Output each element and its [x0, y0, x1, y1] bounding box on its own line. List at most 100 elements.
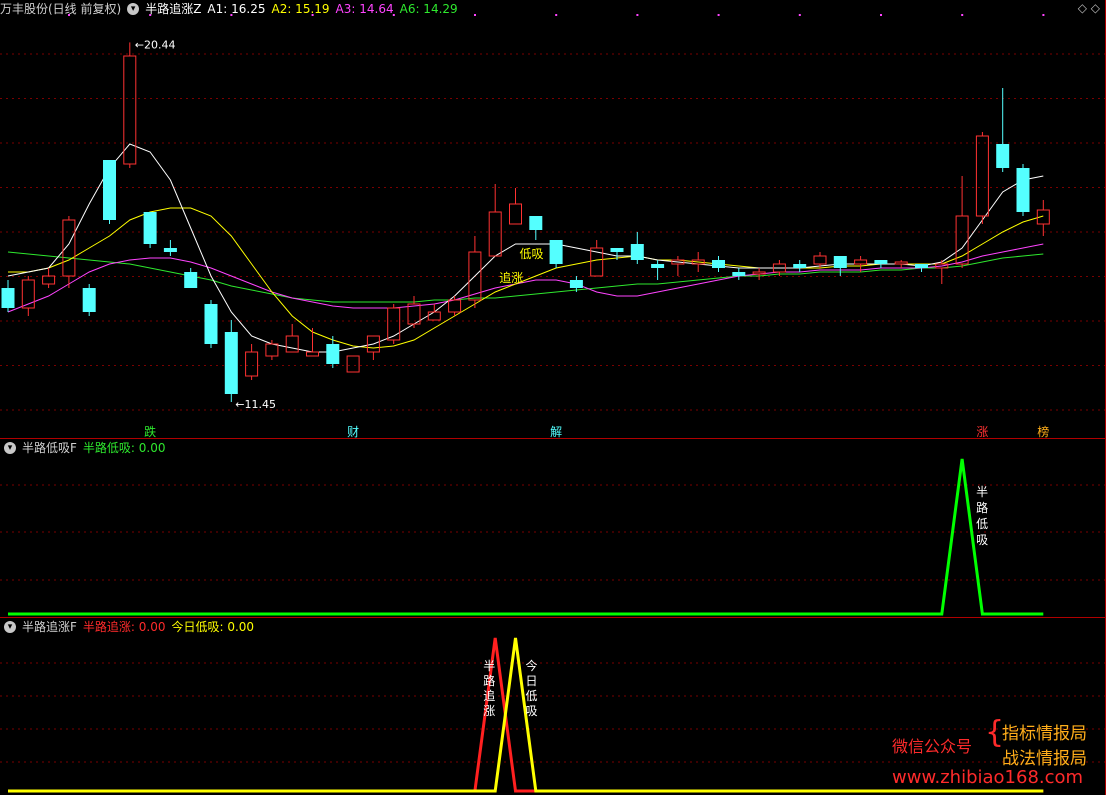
- candle-body: [813, 255, 827, 265]
- signal-label: 路: [483, 673, 495, 688]
- candle-body: [529, 216, 543, 230]
- candle-body: [854, 259, 868, 265]
- candle: [407, 296, 421, 328]
- marker-dot: [474, 14, 476, 16]
- marker-dot: [636, 14, 639, 16]
- low-buy-line: [8, 458, 1044, 616]
- candle: [1036, 200, 1050, 236]
- signal-badge: 榜: [1037, 424, 1049, 439]
- signal-label: 路: [976, 500, 988, 515]
- candle-body: [306, 351, 319, 357]
- signal-label: 半: [483, 659, 495, 673]
- candle-body: [793, 264, 807, 268]
- candle-body: [874, 260, 888, 264]
- a3-value: A3: 14.64: [335, 2, 394, 16]
- panel3-series1-value: 半路追涨: 0.00: [82, 620, 166, 634]
- candle: [245, 344, 259, 380]
- price-header: 万丰股份(日线 前复权) ▾ 半路追涨Z A1: 16.25 A2: 15.19…: [0, 0, 458, 18]
- signal-badge: 财: [347, 425, 359, 439]
- min-price-label: ←11.45: [235, 398, 276, 411]
- candle: [184, 268, 198, 288]
- grid-lines: [0, 0, 1106, 795]
- candle: [42, 268, 56, 288]
- candle-body: [996, 144, 1010, 168]
- marker-dot: [880, 14, 882, 16]
- indicator-name[interactable]: 半路追涨Z: [145, 0, 201, 18]
- candle-body: [103, 160, 116, 220]
- candle: [732, 268, 746, 280]
- candle: [996, 88, 1010, 172]
- candle: [265, 340, 279, 360]
- candle: [488, 184, 502, 257]
- candle-body: [630, 244, 644, 260]
- candle: [1016, 164, 1030, 216]
- candle: [346, 355, 360, 373]
- candle: [204, 300, 218, 348]
- candle-body: [224, 332, 238, 394]
- chart-annotation: 低吸: [520, 247, 544, 261]
- panel2-header: ▾ 半路低吸F 半路低吸: 0.00: [4, 439, 165, 457]
- panel2-title[interactable]: 半路低吸F: [22, 439, 77, 457]
- signal-badge: 跌: [144, 424, 156, 439]
- candle-body: [265, 343, 279, 357]
- candle: [915, 264, 928, 272]
- candle-body: [346, 355, 360, 373]
- candle-body: [712, 260, 725, 268]
- candle: [529, 216, 543, 240]
- chevron-down-icon[interactable]: ▾: [4, 621, 16, 633]
- ma-yellow-line: [8, 207, 1044, 349]
- candle-body: [610, 248, 624, 252]
- signal-label: 涨: [483, 703, 495, 718]
- a1-value: A1: 16.25: [207, 2, 266, 16]
- candle: [549, 240, 563, 268]
- candle: [894, 260, 908, 268]
- chevron-down-icon[interactable]: ▾: [127, 3, 140, 15]
- signal-label: 今: [526, 658, 538, 673]
- candle: [935, 260, 949, 284]
- signal-label: 吸: [976, 533, 988, 547]
- candle-body: [488, 211, 502, 257]
- chevron-down-icon[interactable]: ▾: [4, 442, 16, 454]
- signal-badge: 解: [550, 425, 562, 439]
- price-panel: ←20.44 ←11.45 低吸追涨跌 财 解 涨 榜: [1, 14, 1050, 439]
- panel2-series-value: 半路低吸: 0.00: [82, 441, 166, 455]
- candle-body: [245, 351, 259, 377]
- candle: [630, 232, 644, 264]
- signal-label: 日: [526, 674, 538, 688]
- watermark-wechat: 微信公众号: [892, 737, 973, 756]
- candle: [103, 160, 116, 224]
- stock-title[interactable]: 万丰股份(日线 前复权): [0, 0, 121, 18]
- candle-body: [427, 311, 441, 321]
- candle-body: [123, 55, 137, 165]
- panel3-title[interactable]: 半路追涨F: [22, 618, 77, 636]
- candle-body: [915, 264, 928, 268]
- candle-body: [509, 203, 522, 225]
- candle-body: [42, 275, 56, 285]
- candle-body: [285, 335, 299, 353]
- candle: [1, 280, 15, 312]
- candle-body: [732, 272, 746, 276]
- candle-body: [1, 288, 15, 308]
- candle: [163, 240, 177, 256]
- candle-body: [833, 256, 847, 268]
- window-controls[interactable]: ◇ ◇: [1078, 1, 1100, 15]
- panel3-series2-value: 今日低吸: 0.00: [171, 620, 255, 634]
- candle: [712, 256, 725, 272]
- candle: [224, 320, 238, 402]
- candle: [975, 132, 989, 224]
- candle: [509, 188, 522, 225]
- marker-dot: [555, 14, 558, 16]
- candle-body: [569, 280, 583, 288]
- watermark-right1: 指标情报局: [1002, 724, 1087, 744]
- signal-badge: 涨: [976, 424, 988, 439]
- candle: [62, 216, 76, 288]
- chase-panel: 半路追涨 今日低吸: [8, 637, 1044, 793]
- candle: [874, 260, 888, 268]
- signal-label: 低: [976, 517, 988, 531]
- candle-body: [1016, 168, 1030, 212]
- max-price-label: ←20.44: [135, 38, 176, 51]
- signal-label: 半: [976, 485, 988, 499]
- candle-body: [326, 344, 340, 364]
- marker-dot: [1042, 14, 1045, 16]
- candle-body: [651, 264, 665, 268]
